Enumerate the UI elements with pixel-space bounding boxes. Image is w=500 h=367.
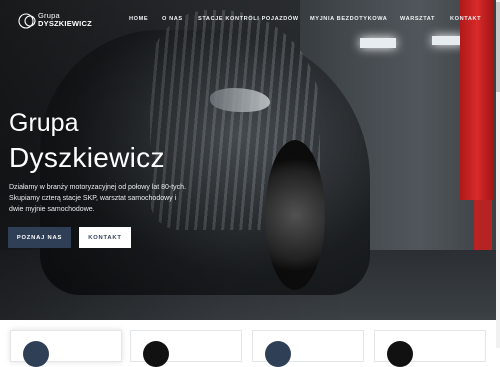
about-us-button[interactable]: POZNAJ NAS — [8, 227, 71, 248]
service-card[interactable] — [374, 330, 486, 367]
scrollbar[interactable] — [496, 0, 500, 348]
services-section — [0, 320, 500, 367]
main-nav: HOME O NAS STACJE KONTROLI POJAZDÓW MYJN… — [0, 16, 500, 28]
service-card[interactable] — [10, 330, 122, 367]
nav-touchless-carwash[interactable]: MYJNIA BEZDOTYKOWA — [310, 16, 387, 22]
carwash-icon — [387, 341, 413, 367]
scrollbar-thumb[interactable] — [496, 2, 500, 92]
nav-about[interactable]: O NAS — [162, 16, 183, 22]
nav-inspection-stations[interactable]: STACJE KONTROLI POJAZDÓW — [198, 16, 299, 22]
contact-button[interactable]: KONTAKT — [79, 227, 131, 248]
service-icon — [23, 341, 49, 367]
service-card[interactable] — [252, 330, 364, 367]
top-navigation-bar: Grupa DYSZKIEWICZ HOME O NAS STACJE KONT… — [0, 0, 500, 40]
nav-workshop[interactable]: WARSZTAT — [400, 16, 435, 22]
hero-description: Działamy w branży motoryzacyjnej od poło… — [9, 184, 187, 213]
wrench-icon — [265, 341, 291, 367]
nav-home[interactable]: HOME — [129, 16, 148, 22]
hero-title-line2: Dyszkiewicz — [9, 142, 165, 173]
service-card[interactable] — [130, 330, 242, 367]
car-icon — [143, 341, 169, 367]
nav-contact[interactable]: KONTAKT — [450, 16, 481, 22]
hero-title-line1: Grupa — [9, 109, 79, 137]
